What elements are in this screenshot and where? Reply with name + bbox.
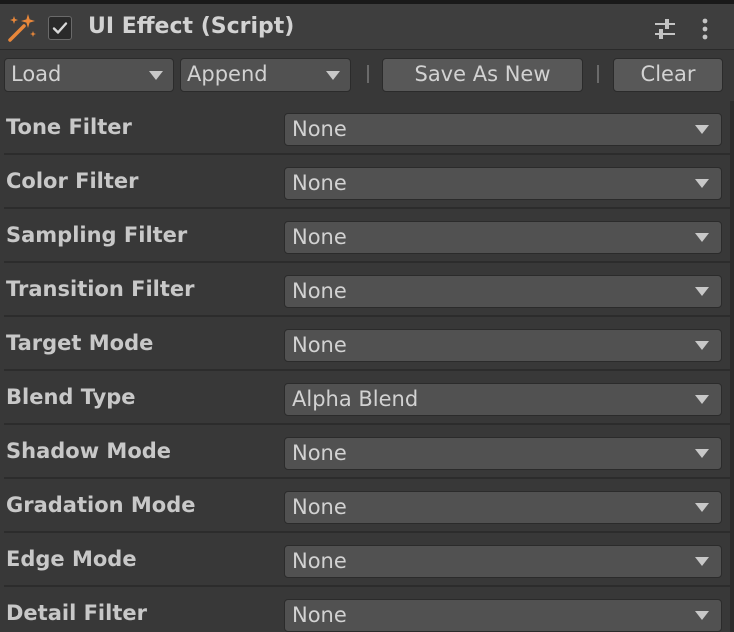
dropdown-value: None	[292, 225, 347, 249]
property-label: Blend Type	[6, 385, 136, 409]
preset-toolbar: Load Append Save As New Clear	[0, 50, 734, 100]
property-row-edge-mode: Edge Mode None	[0, 533, 734, 587]
dropdown-value: None	[292, 441, 347, 465]
triangle-down-icon	[695, 179, 709, 188]
color-filter-dropdown[interactable]: None	[284, 167, 722, 200]
inspector-edge	[730, 101, 734, 632]
property-label: Detail Filter	[6, 601, 147, 625]
triangle-down-icon	[695, 341, 709, 350]
property-label: Color Filter	[6, 169, 139, 193]
load-dropdown[interactable]: Load	[4, 58, 174, 92]
toolbar-separator	[367, 65, 369, 83]
property-row-color-filter: Color Filter None	[0, 155, 734, 209]
property-label: Target Mode	[6, 331, 154, 355]
load-dropdown-label: Load	[11, 62, 62, 86]
detail-filter-dropdown[interactable]: None	[284, 599, 722, 632]
property-row-detail-filter: Detail Filter None	[0, 587, 734, 632]
triangle-down-icon	[695, 233, 709, 242]
triangle-down-icon	[695, 503, 709, 512]
property-label: Gradation Mode	[6, 493, 196, 517]
dropdown-value: None	[292, 549, 347, 573]
property-label: Tone Filter	[6, 115, 132, 139]
property-row-blend-type: Blend Type Alpha Blend	[0, 371, 734, 425]
vertical-dots-icon[interactable]	[697, 17, 713, 41]
gradation-mode-dropdown[interactable]: None	[284, 491, 722, 524]
dropdown-value: None	[292, 603, 347, 627]
clear-button[interactable]: Clear	[613, 58, 723, 92]
property-label: Edge Mode	[6, 547, 137, 571]
target-mode-dropdown[interactable]: None	[284, 329, 722, 362]
enable-checkbox[interactable]	[48, 16, 72, 40]
toolbar-separator	[597, 65, 599, 83]
component-header[interactable]: UI Effect (Script)	[0, 4, 734, 50]
property-row-tone-filter: Tone Filter None	[0, 101, 734, 155]
transition-filter-dropdown[interactable]: None	[284, 275, 722, 308]
shadow-mode-dropdown[interactable]: None	[284, 437, 722, 470]
magic-wand-icon	[8, 14, 36, 42]
dropdown-value: None	[292, 171, 347, 195]
save-as-new-button[interactable]: Save As New	[382, 58, 583, 92]
property-row-transition-filter: Transition Filter None	[0, 263, 734, 317]
property-row-sampling-filter: Sampling Filter None	[0, 209, 734, 263]
triangle-down-icon	[695, 287, 709, 296]
append-dropdown-label: Append	[187, 62, 268, 86]
triangle-down-icon	[695, 449, 709, 458]
triangle-down-icon	[695, 611, 709, 620]
property-label: Transition Filter	[6, 277, 195, 301]
dropdown-value: Alpha Blend	[292, 387, 419, 411]
sampling-filter-dropdown[interactable]: None	[284, 221, 722, 254]
property-label: Shadow Mode	[6, 439, 172, 463]
triangle-down-icon	[149, 71, 163, 80]
tone-filter-dropdown[interactable]: None	[284, 113, 722, 146]
component-title: UI Effect (Script)	[88, 14, 295, 39]
edge-mode-dropdown[interactable]: None	[284, 545, 722, 578]
triangle-down-icon	[695, 395, 709, 404]
dropdown-value: None	[292, 333, 347, 357]
sliders-icon[interactable]	[653, 18, 677, 40]
property-list: Tone Filter None Color Filter None Sampl…	[0, 101, 734, 632]
dropdown-value: None	[292, 117, 347, 141]
append-dropdown[interactable]: Append	[180, 58, 351, 92]
property-row-gradation-mode: Gradation Mode None	[0, 479, 734, 533]
dropdown-value: None	[292, 279, 347, 303]
property-label: Sampling Filter	[6, 223, 188, 247]
blend-type-dropdown[interactable]: Alpha Blend	[284, 383, 722, 416]
checkmark-icon	[52, 22, 68, 34]
triangle-down-icon	[695, 557, 709, 566]
property-row-target-mode: Target Mode None	[0, 317, 734, 371]
dropdown-value: None	[292, 495, 347, 519]
triangle-down-icon	[326, 71, 340, 80]
triangle-down-icon	[695, 125, 709, 134]
property-row-shadow-mode: Shadow Mode None	[0, 425, 734, 479]
